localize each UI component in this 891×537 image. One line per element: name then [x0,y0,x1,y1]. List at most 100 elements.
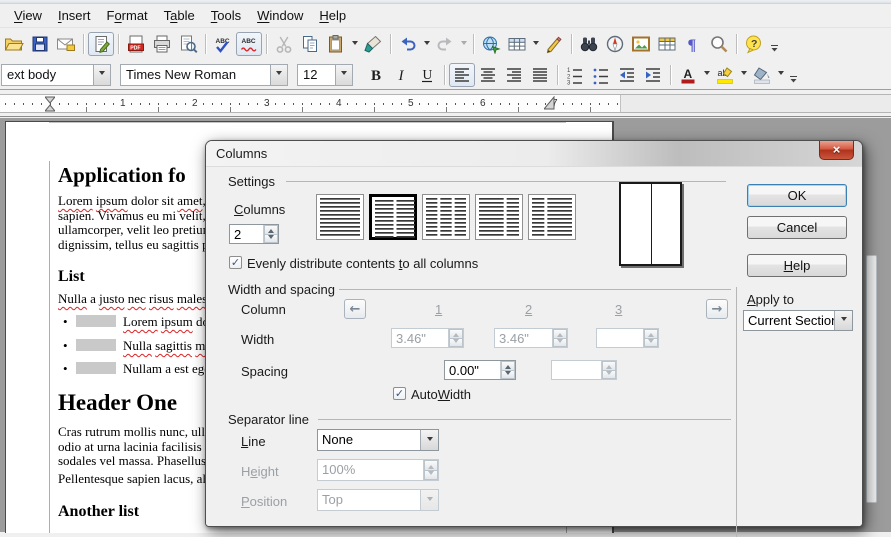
zoom-button[interactable] [706,32,732,56]
chevron-down-icon[interactable] [775,63,786,87]
next-column-button[interactable]: → [706,299,728,319]
menu-item-window[interactable]: Window [249,5,311,26]
preset-two-columns-right[interactable] [528,194,576,240]
toolbar-overflow-button[interactable] [767,32,781,56]
navigator-button[interactable] [602,32,628,56]
italic-button[interactable]: I [388,63,414,87]
spin-down-icon[interactable] [501,371,515,380]
bullet-list-button[interactable] [588,63,614,87]
spin-up-icon [553,329,567,339]
toolbar-overflow-button[interactable] [786,63,800,87]
doc-list-intro: Nulla a justo nec risus malesu [58,292,214,307]
cancel-button[interactable]: Cancel [747,216,847,239]
line-dropdown[interactable]: None [317,429,439,451]
redo-button [432,32,458,56]
columns-spinner[interactable]: 2 [229,224,279,244]
autowidth-checkbox[interactable]: ✓ [393,387,406,400]
dialog-titlebar[interactable]: Columns × [206,141,862,166]
spin-up-icon[interactable] [501,361,515,371]
copy-button[interactable] [297,32,323,56]
find-replace-button[interactable] [576,32,602,56]
align-right-button[interactable] [501,63,527,87]
spellcheck-button[interactable]: ABC [210,32,236,56]
bold-button[interactable]: B [362,63,388,87]
left-indent-marker[interactable] [45,96,55,112]
vertical-scrollbar-thumb[interactable] [866,255,877,503]
table-button[interactable] [504,32,530,56]
menu-item-tools[interactable]: Tools [203,5,249,26]
hyperlink-button[interactable] [478,32,504,56]
horizontal-ruler[interactable]: 1234567 [0,91,891,117]
underline-button[interactable]: U [414,63,440,87]
font-color-button[interactable]: A [675,63,701,87]
paste-button[interactable] [323,32,349,56]
chevron-down-icon[interactable] [93,65,110,85]
paragraph-style-combobox[interactable]: ext body [1,64,111,86]
height-value: 100% [318,460,423,480]
formatting-marks-button[interactable]: ¶ [680,32,706,56]
email-button[interactable] [53,32,79,56]
column-divider [651,184,653,264]
align-center-button[interactable] [475,63,501,87]
spin-down-icon[interactable] [264,235,278,244]
preset-two-columns-left[interactable] [475,194,523,240]
previous-column-button[interactable]: ← [344,299,366,319]
draw-functions-button[interactable] [541,32,567,56]
save-button[interactable] [27,32,53,56]
font-name-combobox[interactable]: Times New Roman [120,64,288,86]
chevron-down-icon[interactable] [420,430,438,450]
separator-line-group-label: Separator line [228,412,309,427]
apply-to-value: Current Section [744,311,834,330]
preset-two-columns[interactable] [369,194,417,240]
paste-icon [326,34,346,54]
increase-indent-button[interactable] [640,63,666,87]
chevron-down-icon[interactable] [701,63,712,87]
preset-one-column[interactable] [316,194,364,240]
chevron-down-icon[interactable] [530,32,541,56]
decrease-indent-button[interactable] [614,63,640,87]
chevron-down-icon[interactable] [335,65,352,85]
undo-button[interactable] [395,32,421,56]
open-button[interactable] [1,32,27,56]
help-button[interactable]: ? [741,32,767,56]
right-indent-marker[interactable] [544,96,555,112]
highlighting-icon: ab [715,65,735,85]
spacing-1-spinner[interactable]: 0.00" [444,360,516,380]
chevron-down-icon[interactable] [421,32,432,56]
data-sources-button[interactable] [654,32,680,56]
menu-item-help[interactable]: Help [311,5,354,26]
help-button[interactable]: Help [747,254,847,277]
menu-item-table[interactable]: Table [156,5,203,26]
preset-three-columns[interactable] [422,194,470,240]
spin-up-icon [424,460,438,471]
chevron-down-icon[interactable] [834,311,852,330]
chevron-down-icon[interactable] [349,32,360,56]
apply-to-dropdown[interactable]: Current Section [743,310,853,331]
gallery-button[interactable] [628,32,654,56]
ok-button[interactable]: OK [747,184,847,207]
svg-text:?: ? [751,38,757,50]
print-button[interactable] [149,32,175,56]
highlighting-button[interactable]: ab [712,63,738,87]
font-size-combobox[interactable]: 12 [297,64,353,86]
chevron-down-icon[interactable] [270,65,287,85]
close-icon[interactable]: × [819,141,854,160]
svg-text:A: A [684,67,693,81]
format-paintbrush-button[interactable] [360,32,386,56]
toolbar-separator [83,34,84,54]
align-left-button[interactable] [449,63,475,87]
numbered-list-button[interactable]: 123 [562,63,588,87]
menu-item-insert[interactable]: Insert [50,5,99,26]
chevron-down-icon[interactable] [738,63,749,87]
export-pdf-button[interactable]: PDF [123,32,149,56]
justify-button[interactable] [527,63,553,87]
auto-spellcheck-button[interactable]: ABC [236,32,262,56]
edit-file-button[interactable] [88,32,114,56]
evenly-distribute-checkbox[interactable]: ✓ [229,256,242,269]
menu-item-view[interactable]: View [6,5,50,26]
page-preview-button[interactable] [175,32,201,56]
bold-icon: B [365,65,385,85]
spin-up-icon[interactable] [264,225,278,235]
menu-item-format[interactable]: Format [98,5,155,26]
background-color-button[interactable] [749,63,775,87]
